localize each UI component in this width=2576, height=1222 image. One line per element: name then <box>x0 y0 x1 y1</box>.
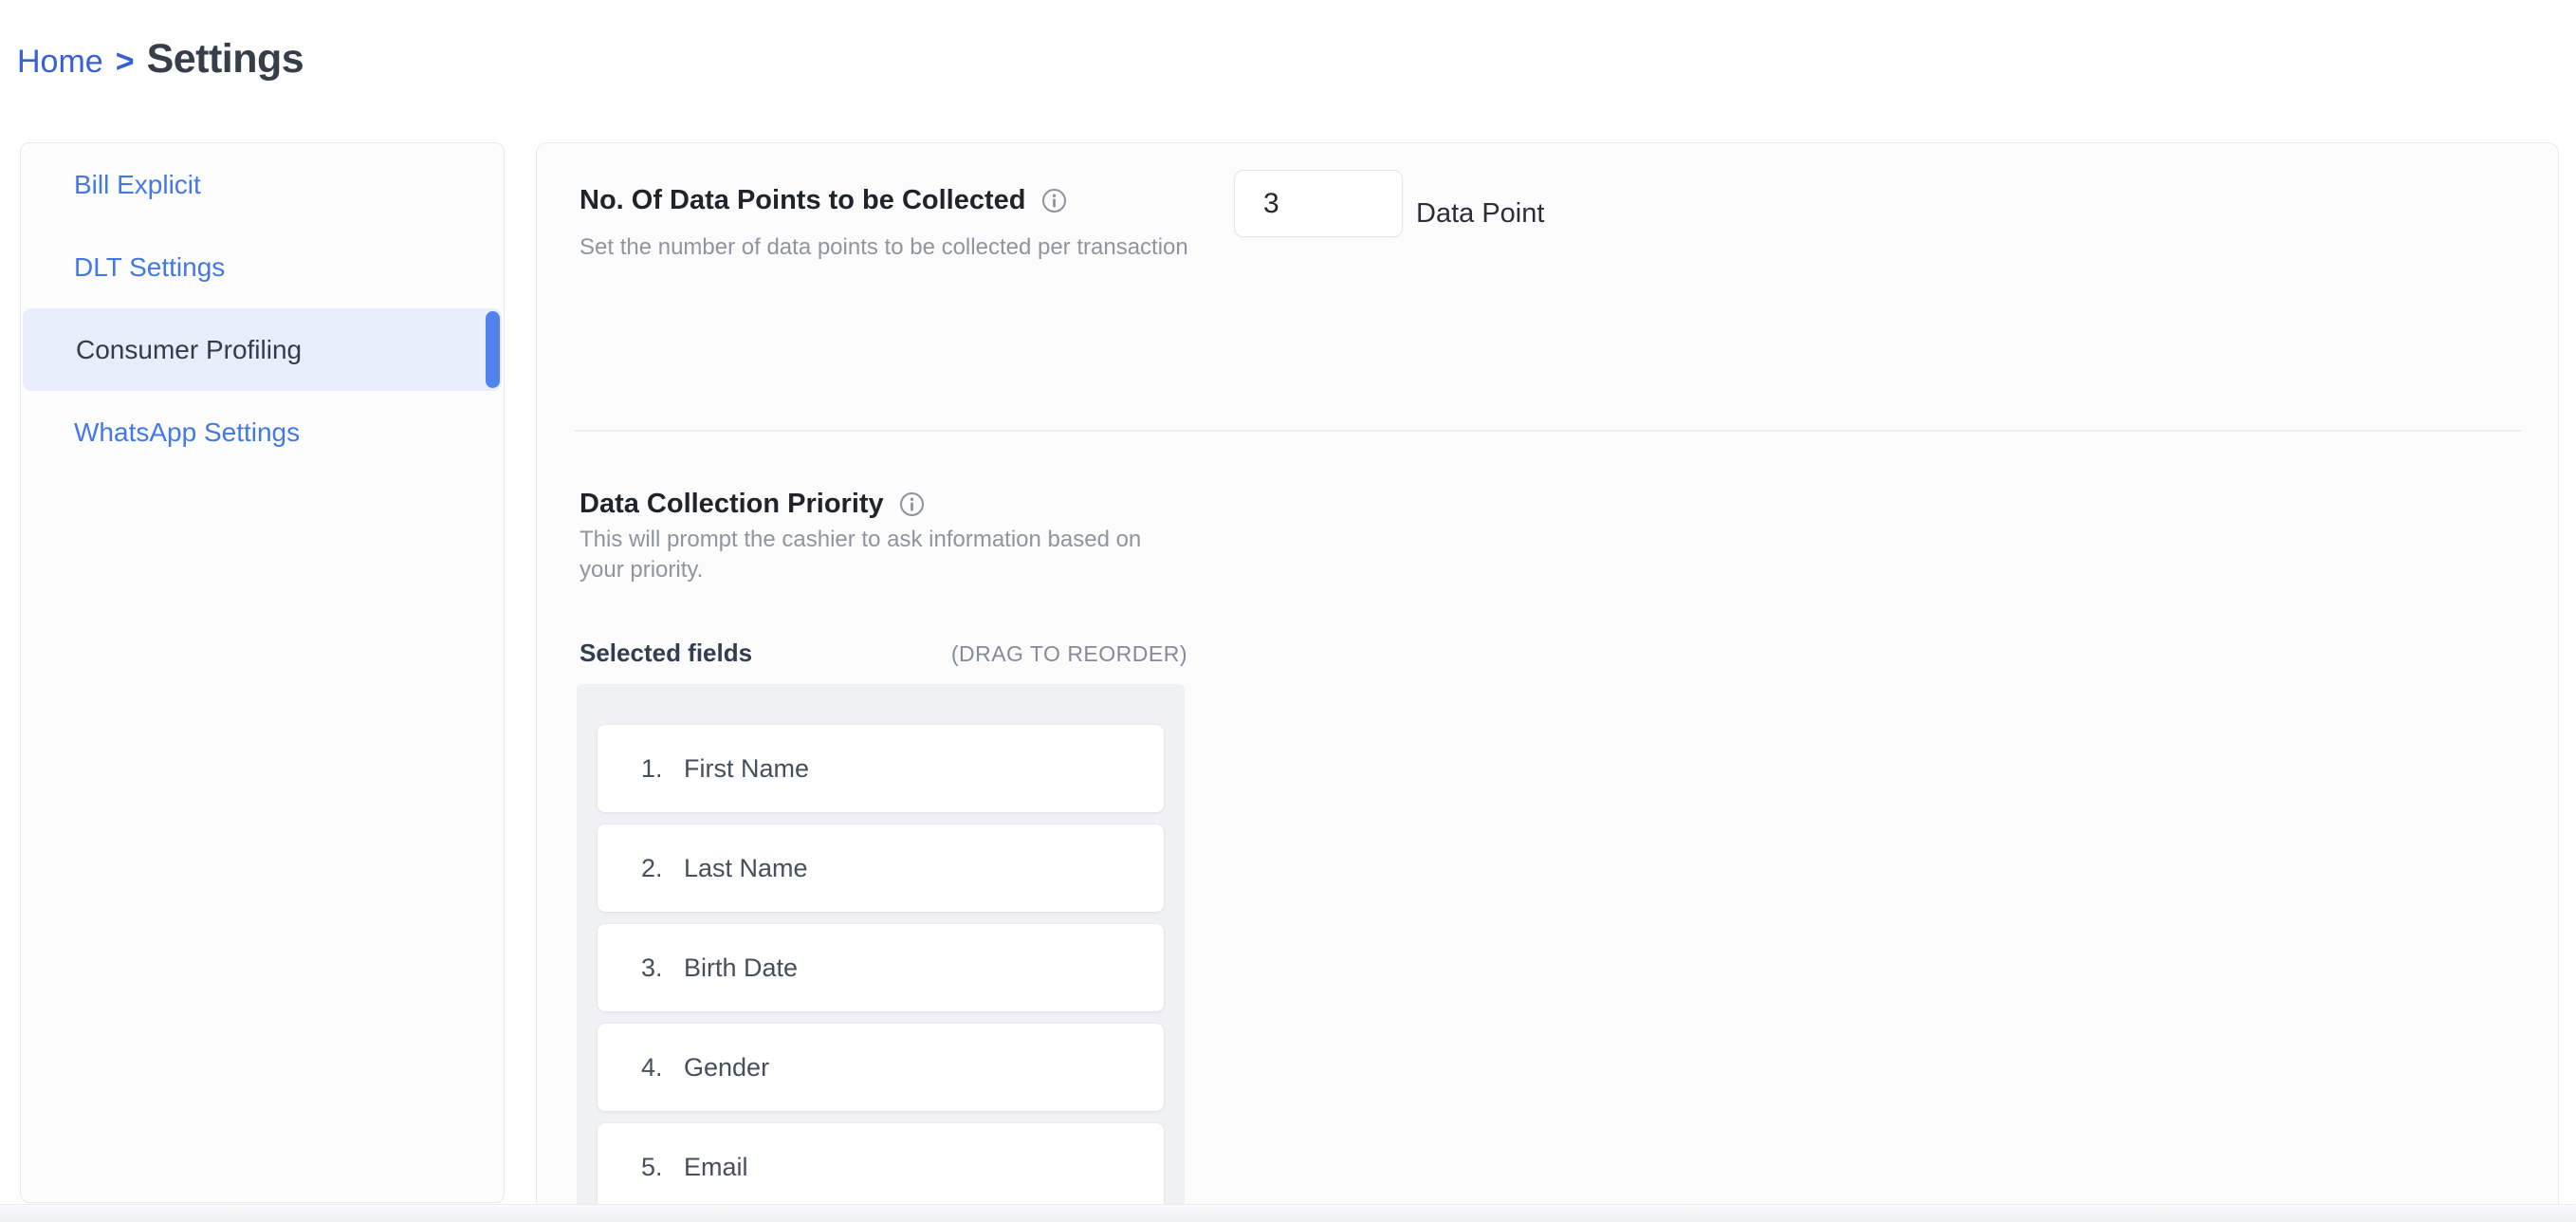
section-divider <box>575 430 2521 432</box>
field-label: Last Name <box>684 854 808 883</box>
data-points-title: No. Of Data Points to be Collected <box>580 185 1026 216</box>
field-order: 1. <box>641 754 670 784</box>
sidebar-item-label: WhatsApp Settings <box>74 417 300 448</box>
sidebar-item-consumer-profiling[interactable]: Consumer Profiling <box>23 308 502 391</box>
breadcrumb-separator: > <box>116 44 135 81</box>
field-label: First Name <box>684 754 809 784</box>
sidebar-item-label: Consumer Profiling <box>76 335 302 365</box>
breadcrumb-home-link[interactable]: Home <box>17 44 103 81</box>
field-label: Gender <box>684 1053 769 1083</box>
field-order: 5. <box>641 1153 670 1182</box>
draggable-field-gender[interactable]: 4. Gender <box>598 1024 1164 1111</box>
consumer-profiling-panel: No. Of Data Points to be Collected Set t… <box>536 142 2559 1222</box>
priority-title: Data Collection Priority <box>580 489 884 520</box>
sidebar-item-label: DLT Settings <box>74 252 225 283</box>
settings-page: Home > Settings Bill Explicit DLT Settin… <box>0 0 2576 1222</box>
sidebar-item-label: Bill Explicit <box>74 170 201 200</box>
drag-to-reorder-hint: (DRAG TO REORDER) <box>951 641 1187 667</box>
settings-sidebar: Bill Explicit DLT Settings Consumer Prof… <box>20 142 505 1203</box>
field-order: 2. <box>641 854 670 883</box>
active-indicator-bar <box>486 311 500 388</box>
data-points-count-input[interactable] <box>1234 170 1403 237</box>
breadcrumb: Home > Settings <box>17 36 304 83</box>
draggable-field-birth-date[interactable]: 3. Birth Date <box>598 924 1164 1011</box>
field-label: Birth Date <box>684 954 798 983</box>
info-icon[interactable] <box>899 491 925 517</box>
priority-section-header: Data Collection Priority <box>580 489 925 520</box>
data-point-input-group: Data Point <box>1234 170 1544 237</box>
selected-fields-list: 1. First Name 2. Last Name 3. Birth Date… <box>577 684 1185 1222</box>
data-point-unit-label: Data Point <box>1416 198 1544 237</box>
field-order: 4. <box>641 1053 670 1083</box>
page-title: Settings <box>147 36 304 83</box>
info-icon[interactable] <box>1041 188 1067 213</box>
sidebar-item-dlt-settings[interactable]: DLT Settings <box>21 226 504 308</box>
selected-fields-label: Selected fields <box>580 639 752 668</box>
bottom-scroll-strip <box>0 1204 2576 1222</box>
field-order: 3. <box>641 954 670 983</box>
selected-fields-header: Selected fields (DRAG TO REORDER) <box>580 639 1187 668</box>
data-points-section-header: No. Of Data Points to be Collected <box>580 185 1067 216</box>
sidebar-item-bill-explicit[interactable]: Bill Explicit <box>21 143 504 226</box>
draggable-field-first-name[interactable]: 1. First Name <box>598 725 1164 812</box>
draggable-field-email[interactable]: 5. Email <box>598 1123 1164 1211</box>
draggable-field-last-name[interactable]: 2. Last Name <box>598 824 1164 912</box>
data-points-description: Set the number of data points to be coll… <box>580 232 1188 263</box>
sidebar-item-whatsapp-settings[interactable]: WhatsApp Settings <box>21 391 504 473</box>
field-label: Email <box>684 1153 748 1182</box>
priority-description: This will prompt the cashier to ask info… <box>580 525 1149 585</box>
